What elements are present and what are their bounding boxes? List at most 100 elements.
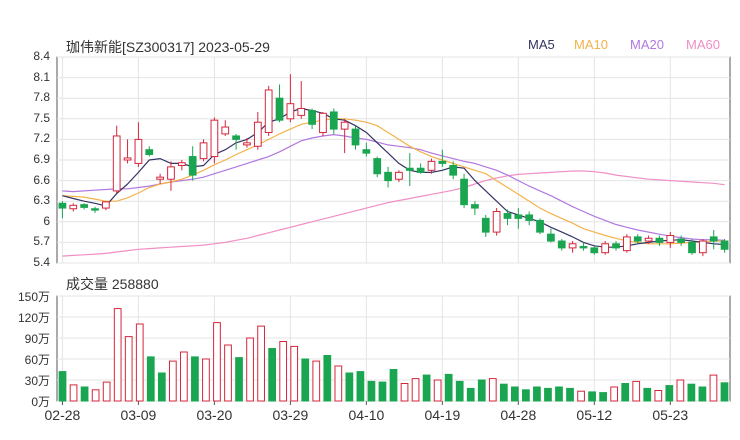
date-tick-label: 05-12	[576, 407, 613, 423]
volume-tick-label: 60万	[24, 353, 50, 367]
volume-bar	[334, 365, 343, 402]
date-tick-label: 04-19	[424, 407, 461, 423]
volume-bar	[544, 387, 552, 402]
candle-body	[503, 213, 512, 219]
price-tick-label: 6.3	[33, 193, 50, 208]
volume-bar	[180, 351, 188, 402]
candle-body	[547, 233, 555, 242]
candle-body	[101, 201, 110, 209]
candle-body	[80, 204, 89, 208]
price-tick-label: 6.6	[33, 172, 50, 187]
candle-body	[536, 219, 544, 233]
volume-bar	[466, 387, 475, 402]
price-tick-label: 8.4	[33, 49, 50, 63]
candle-body	[623, 236, 631, 252]
volume-bar	[720, 382, 729, 402]
candle-body	[319, 112, 327, 134]
candle-body	[177, 162, 186, 166]
candle-body	[351, 128, 360, 146]
candle-body	[427, 160, 436, 171]
candle-body	[449, 164, 458, 176]
price-tick-label: 7.2	[33, 131, 50, 146]
candle-body	[373, 158, 382, 175]
volume-bar	[566, 387, 574, 402]
candle-body	[362, 149, 371, 154]
volume-bar	[301, 358, 310, 402]
volume-bar	[522, 389, 530, 402]
volume-bar	[588, 391, 596, 402]
candle-body	[297, 108, 306, 116]
candle-body	[481, 217, 490, 233]
volume-tick-label: 90万	[24, 332, 50, 346]
volume-bar	[488, 378, 497, 402]
candle-body	[677, 238, 686, 243]
volume-tick-label: 120万	[17, 311, 50, 325]
volume-bar	[433, 379, 442, 402]
volume-bar	[455, 380, 464, 402]
candle-body	[579, 246, 588, 249]
candle-body	[709, 236, 718, 242]
volume-bar	[687, 383, 696, 402]
candle-body	[471, 204, 479, 209]
volume-bar	[235, 357, 243, 402]
volume-bar	[80, 386, 89, 402]
date-tick-label: 04-10	[348, 407, 385, 423]
volume-bar	[411, 378, 420, 402]
candle-body	[590, 247, 599, 254]
candle-body	[633, 236, 642, 242]
date-tick-label: 02-28	[44, 407, 81, 423]
volume-bar	[312, 360, 321, 402]
volume-bar	[323, 355, 332, 402]
candle-body	[221, 126, 230, 135]
volume-bar	[400, 383, 409, 402]
volume-bar	[356, 371, 365, 402]
candle-body	[460, 178, 468, 206]
price-tick-label: 5.4	[33, 255, 50, 269]
price-tick-label: 7.8	[33, 90, 50, 105]
volume-bar	[102, 381, 111, 402]
volume-bar	[91, 389, 100, 402]
candle-body	[688, 241, 696, 254]
volume-bar	[643, 387, 652, 402]
ma20-line	[62, 133, 725, 241]
volume-bar	[345, 372, 354, 402]
candle-body	[698, 240, 707, 254]
candle-body	[666, 235, 675, 243]
volume-bar	[58, 371, 67, 402]
candle-body	[438, 160, 447, 164]
volume-bar	[510, 386, 519, 402]
volume-bar	[191, 356, 199, 402]
candle-body	[644, 237, 653, 242]
volume-bar	[555, 386, 563, 402]
volume-bar	[224, 344, 232, 402]
candle-body	[58, 202, 67, 209]
candle-body	[264, 89, 273, 134]
volume-bar	[621, 383, 630, 402]
chart-canvas	[56, 56, 731, 405]
candle-body	[199, 142, 208, 160]
candle-body	[720, 240, 729, 250]
price-tick-label: 6.9	[33, 152, 50, 166]
candle-body	[145, 149, 154, 156]
volume-bar	[213, 322, 221, 402]
volume-bar	[444, 373, 453, 402]
volume-bar	[378, 381, 387, 402]
candle-body	[210, 119, 219, 158]
candle-body	[601, 243, 610, 254]
candle-body	[514, 214, 523, 219]
volume-bar	[389, 369, 398, 402]
volume-tick-label: 30万	[24, 374, 50, 388]
candle-body	[69, 204, 78, 210]
stock-chart: 珈伟新能[SZ300317] 2023-05-29 MA5 MA10 MA20 …	[0, 0, 740, 440]
volume-bar	[698, 386, 707, 402]
candle-body	[416, 167, 425, 173]
candle-body	[112, 135, 121, 192]
volume-tick-label: 150万	[17, 290, 50, 304]
volume-bar	[632, 380, 641, 402]
candle-body	[286, 103, 295, 120]
candle-body	[405, 167, 414, 171]
candle-body	[253, 121, 262, 147]
volume-bar	[202, 358, 210, 402]
candle-body	[243, 142, 251, 146]
volume-bar	[422, 374, 431, 402]
